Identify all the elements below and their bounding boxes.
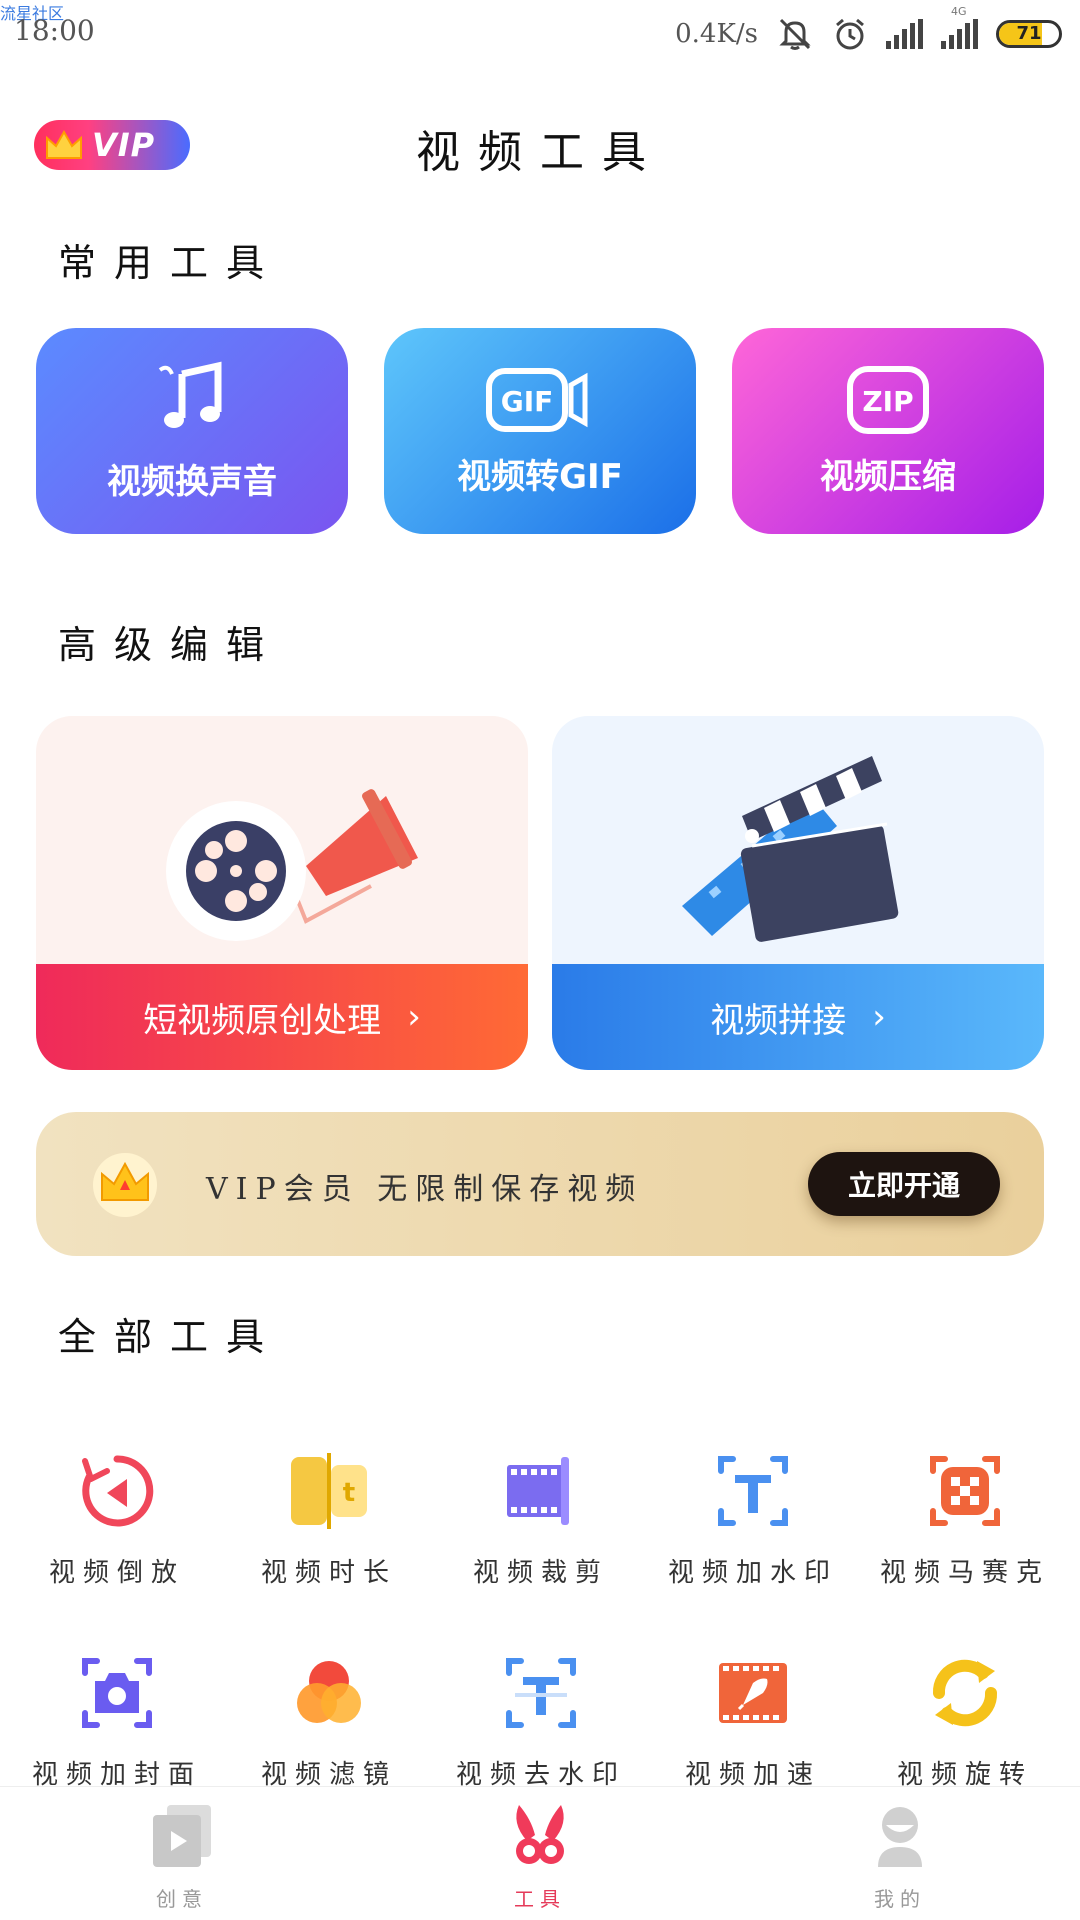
network-speed: 0.4K/s <box>675 19 758 49</box>
tool-card-label: 视频压缩 <box>820 456 956 497</box>
battery-icon: 71 <box>996 20 1062 48</box>
open-vip-button[interactable]: 立即开通 <box>808 1152 1000 1216</box>
vip-banner[interactable]: VIP会员 无限制保存视频 立即开通 <box>36 1112 1044 1256</box>
tool-item-label: 视频裁剪 <box>472 1558 609 1588</box>
advanced-card-merge[interactable]: 视频拼接 › <box>552 716 1044 1070</box>
vip-banner-text: VIP会员 无限制保存视频 <box>206 1172 644 1207</box>
network-type: 4G <box>951 5 967 18</box>
add-watermark-icon <box>718 1456 788 1526</box>
tool-card-compress[interactable]: ZIP 视频压缩 <box>732 328 1044 534</box>
advanced-card-original[interactable]: 短视频原创处理 › <box>36 716 528 1070</box>
alarm-icon <box>836 18 864 50</box>
section-all-tools-title: 全部工具 <box>58 1315 283 1359</box>
film-reel-megaphone-icon <box>166 789 418 941</box>
creative-play-icon <box>153 1805 211 1867</box>
signal-4g-icon: 4G <box>941 5 978 49</box>
page-title: 视频工具 <box>416 127 664 178</box>
signal-icon <box>886 19 923 49</box>
gif-icon: GIF <box>486 367 588 432</box>
advanced-card-label: 短视频原创处理 <box>143 1000 382 1041</box>
tool-card-to-gif[interactable]: GIF 视频转GIF <box>384 328 696 534</box>
rotate-icon <box>933 1659 997 1727</box>
svg-text:ZIP: ZIP <box>862 385 913 418</box>
status-time: 18:00 <box>14 14 95 47</box>
chevron-right-icon: › <box>407 997 421 1037</box>
svg-text:t: t <box>343 1478 355 1508</box>
tool-item-label: 视频时长 <box>260 1558 397 1588</box>
chevron-right-icon: › <box>872 997 886 1037</box>
advanced-card-footer: 视频拼接 › <box>552 964 1044 1070</box>
speed-rocket-icon <box>719 1663 787 1723</box>
mosaic-icon <box>930 1456 1000 1526</box>
tool-item-add-watermark[interactable]: 视频加水印 <box>648 1446 858 1616</box>
clapperboard-icon <box>682 756 899 942</box>
mute-bell-icon <box>779 18 811 50</box>
tool-item-label: 视频加水印 <box>667 1558 838 1588</box>
nav-item-profile[interactable]: 我的 <box>800 1787 1000 1920</box>
status-icons: 0.4K/s 4G 71 <box>675 5 1062 54</box>
tool-card-label: 视频换声音 <box>107 461 277 502</box>
nav-item-label: 创意 <box>156 1887 208 1911</box>
tool-item-label: 视频倒放 <box>48 1558 185 1588</box>
music-note-icon <box>158 361 222 428</box>
crop-icon <box>507 1457 569 1525</box>
tool-item-label: 视频马赛克 <box>879 1558 1050 1588</box>
tools-rabbit-icon <box>516 1805 564 1864</box>
battery-level: 71 <box>1016 23 1042 44</box>
duration-icon: t <box>291 1453 367 1529</box>
profile-icon <box>878 1807 922 1867</box>
nav-item-tools[interactable]: 工具 <box>440 1787 640 1920</box>
tool-card-label: 视频转GIF <box>457 456 623 497</box>
filter-icon <box>297 1661 361 1723</box>
tool-item-mosaic[interactable]: 视频马赛克 <box>860 1446 1070 1616</box>
reverse-icon <box>82 1455 154 1527</box>
nav-item-creative[interactable]: 创意 <box>82 1787 282 1920</box>
section-advanced-title: 高级编辑 <box>58 623 283 667</box>
advanced-card-label: 视频拼接 <box>710 1000 847 1041</box>
svg-text:GIF: GIF <box>501 385 554 418</box>
tool-item-crop[interactable]: 视频裁剪 <box>436 1446 646 1616</box>
section-common-tools-title: 常用工具 <box>58 241 283 285</box>
tool-item-reverse[interactable]: 视频倒放 <box>12 1446 222 1616</box>
nav-item-label: 工具 <box>514 1887 566 1911</box>
remove-watermark-icon <box>506 1658 576 1728</box>
nav-item-label: 我的 <box>874 1887 926 1911</box>
advanced-card-footer: 短视频原创处理 › <box>36 964 528 1070</box>
zip-icon: ZIP <box>847 365 929 434</box>
vip-crown-icon <box>93 1153 157 1217</box>
tool-item-duration[interactable]: t 视频时长 <box>224 1446 434 1616</box>
tool-card-change-audio[interactable]: 视频换声音 <box>36 328 348 534</box>
bottom-nav: 创意 工具 我的 <box>0 1786 1080 1920</box>
cover-camera-icon <box>82 1658 152 1728</box>
